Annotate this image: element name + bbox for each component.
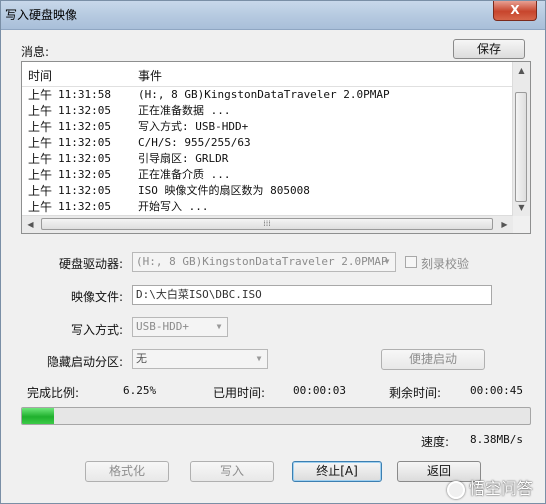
- image-file-field[interactable]: D:\大白菜ISO\DBC.ISO: [132, 285, 492, 305]
- save-button[interactable]: 保存: [453, 39, 525, 59]
- format-button[interactable]: 格式化: [85, 461, 169, 482]
- column-header-time[interactable]: 时间: [28, 67, 52, 84]
- column-header-event[interactable]: 事件: [138, 67, 162, 84]
- row-time: 11:31:58: [58, 88, 111, 101]
- horizontal-scrollbar[interactable]: ◀ ⁞⁞⁞ ▶: [22, 215, 513, 233]
- row-event: 正在准备介质 ...: [138, 168, 231, 181]
- messages-label: 消息:: [21, 45, 50, 59]
- row-event: 正在准备数据 ...: [138, 104, 231, 117]
- row-event: (H:, 8 GB)KingstonDataTraveler 2.0PMAP: [138, 88, 390, 101]
- completion-ratio-value: 6.25%: [123, 384, 157, 397]
- watermark-text: 悟空问答: [468, 479, 533, 498]
- chevron-down-icon: ▼: [256, 354, 262, 363]
- row-event: 引导扇区: GRLDR: [138, 152, 229, 165]
- scroll-down-arrow-icon[interactable]: ▼: [513, 199, 530, 216]
- row-ampm: 上午: [28, 152, 53, 166]
- vertical-scroll-thumb[interactable]: [515, 92, 527, 202]
- write-button[interactable]: 写入: [190, 461, 274, 482]
- row-ampm: 上午: [28, 200, 53, 214]
- hidden-partition-select[interactable]: 无 ▼: [132, 349, 268, 369]
- verify-checkbox[interactable]: [405, 256, 417, 268]
- row-ampm: 上午: [28, 168, 53, 182]
- image-file-label: 映像文件:: [71, 290, 124, 304]
- remaining-time-label: 剩余时间:: [389, 386, 442, 400]
- row-event: ISO 映像文件的扇区数为 805008: [138, 184, 310, 197]
- elapsed-time-value: 00:00:03: [293, 384, 346, 397]
- hidden-partition-value: 无: [136, 352, 147, 365]
- write-disk-image-window: 写入硬盘映像 X 消息: 保存 时间 事件 上午 11:31:58 (H:, 8 G…: [0, 0, 546, 504]
- list-item[interactable]: 上午 11:32:05 写入方式: USB-HDD+: [22, 119, 513, 135]
- chevron-down-icon: ▼: [216, 322, 222, 331]
- watermark-logo-icon: [446, 480, 465, 499]
- stop-button[interactable]: 终止[A]: [292, 461, 382, 482]
- row-ampm: 上午: [28, 104, 53, 118]
- write-mode-label: 写入方式:: [71, 323, 124, 337]
- window-title: 写入硬盘映像: [5, 8, 78, 22]
- row-ampm: 上午: [28, 88, 53, 102]
- list-item[interactable]: 上午 11:32:05 正在准备数据 ...: [22, 103, 513, 119]
- list-item[interactable]: 上午 11:32:05 引导扇区: GRLDR: [22, 151, 513, 167]
- row-time: 11:32:05: [58, 152, 111, 165]
- remaining-time-value: 00:00:45: [470, 384, 523, 397]
- scroll-left-arrow-icon[interactable]: ◀: [22, 216, 39, 233]
- list-item[interactable]: 上午 11:32:05 ISO 映像文件的扇区数为 805008: [22, 183, 513, 199]
- row-event: 开始写入 ...: [138, 200, 209, 213]
- close-button[interactable]: X: [493, 1, 537, 21]
- drive-select-value: (H:, 8 GB)KingstonDataTraveler 2.0PMAP: [136, 255, 388, 268]
- title-bar[interactable]: 写入硬盘映像 X: [1, 1, 545, 30]
- quick-boot-button[interactable]: 便捷启动: [381, 349, 485, 370]
- hidden-partition-label: 隐藏启动分区:: [47, 355, 124, 369]
- scroll-corner: [513, 216, 530, 233]
- speed-label: 速度:: [421, 435, 450, 449]
- list-item[interactable]: 上午 11:32:05 正在准备介质 ...: [22, 167, 513, 183]
- row-time: 11:32:05: [58, 200, 111, 213]
- scroll-right-arrow-icon[interactable]: ▶: [496, 216, 513, 233]
- chevron-down-icon: ▼: [384, 257, 390, 266]
- write-mode-value: USB-HDD+: [136, 320, 189, 333]
- progress-fill: [22, 408, 54, 424]
- row-ampm: 上午: [28, 120, 53, 134]
- row-ampm: 上午: [28, 136, 53, 150]
- scroll-up-arrow-icon[interactable]: ▲: [513, 62, 530, 79]
- completion-ratio-label: 完成比例:: [27, 386, 80, 400]
- row-time: 11:32:05: [58, 120, 111, 133]
- list-item[interactable]: 上午 11:32:05 开始写入 ...: [22, 199, 513, 215]
- row-time: 11:32:05: [58, 104, 111, 117]
- row-time: 11:32:05: [58, 136, 111, 149]
- write-mode-select[interactable]: USB-HDD+ ▼: [132, 317, 228, 337]
- verify-label: 刻录校验: [421, 257, 470, 271]
- row-time: 11:32:05: [58, 184, 111, 197]
- message-list[interactable]: 时间 事件 上午 11:31:58 (H:, 8 GB)KingstonDataTr…: [21, 61, 531, 234]
- list-item[interactable]: 上午 11:32:05 C/H/S: 955/255/63: [22, 135, 513, 151]
- vertical-scrollbar[interactable]: ▲ ▼: [512, 62, 530, 216]
- watermark: 悟空问答: [446, 475, 533, 499]
- horizontal-scroll-thumb[interactable]: ⁞⁞⁞: [41, 218, 493, 230]
- row-time: 11:32:05: [58, 168, 111, 181]
- list-header: 时间 事件: [22, 62, 513, 87]
- list-item[interactable]: 上午 11:31:58 (H:, 8 GB)KingstonDataTraveler…: [22, 87, 513, 103]
- drive-label: 硬盘驱动器:: [59, 257, 124, 271]
- row-event: C/H/S: 955/255/63: [138, 136, 251, 149]
- row-ampm: 上午: [28, 184, 53, 198]
- message-rows: 上午 11:31:58 (H:, 8 GB)KingstonDataTraveler…: [22, 87, 513, 215]
- row-event: 写入方式: USB-HDD+: [138, 120, 249, 133]
- drive-select[interactable]: (H:, 8 GB)KingstonDataTraveler 2.0PMAP ▼: [132, 252, 396, 272]
- speed-value: 8.38MB/s: [470, 433, 523, 446]
- elapsed-time-label: 已用时间:: [213, 386, 266, 400]
- progress-bar: [21, 407, 531, 425]
